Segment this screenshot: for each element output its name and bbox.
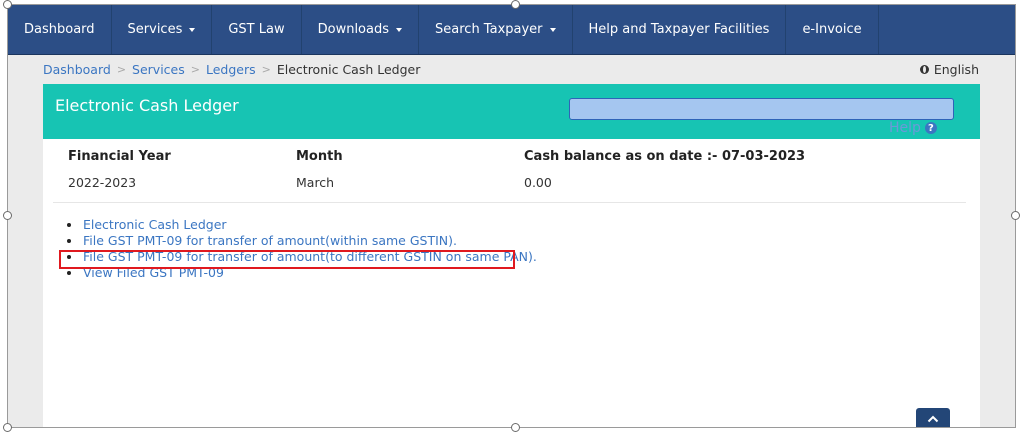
nav-item-label: Help and Taxpayer Facilities — [588, 22, 770, 37]
cash-balance-value: 0.00 — [524, 175, 552, 190]
resize-handle-top-center[interactable] — [511, 0, 520, 9]
ledger-panel: Electronic Cash Ledger Help ? Financial … — [43, 84, 980, 427]
nav-item-label: GST Law — [228, 22, 285, 37]
caret-down-icon — [189, 27, 196, 32]
nav-item-dashboard[interactable]: Dashboard — [8, 5, 112, 54]
browser-screenshot-frame: Dashboard Services GST Law Downloads Sea… — [7, 4, 1016, 428]
help-circle-icon: ? — [924, 122, 937, 134]
language-label: English — [933, 62, 979, 77]
caret-down-icon — [549, 27, 556, 32]
nav-item-label: Dashboard — [24, 22, 95, 37]
breadcrumb-services[interactable]: Services — [132, 62, 185, 77]
breadcrumb-separator: > — [261, 63, 271, 76]
nav-item-search-taxpayer[interactable]: Search Taxpayer — [419, 5, 573, 54]
breadcrumb-current: Electronic Cash Ledger — [276, 62, 421, 77]
resize-handle-middle-left[interactable] — [3, 211, 12, 220]
nav-item-label: Downloads — [317, 22, 390, 37]
nav-item-label: e-Invoice — [802, 22, 862, 37]
breadcrumb-ledgers[interactable]: Ledgers — [206, 62, 256, 77]
breadcrumb: Dashboard > Services > Ledgers > Electro… — [43, 62, 420, 77]
panel-header: Electronic Cash Ledger Help ? — [43, 84, 980, 139]
resize-handle-bottom-left[interactable] — [3, 423, 12, 432]
caret-down-icon — [396, 27, 403, 32]
annotation-highlight-box — [59, 250, 515, 269]
cash-balance-label: Cash balance as on date :- 07-03-2023 — [524, 149, 806, 164]
breadcrumb-dashboard[interactable]: Dashboard — [43, 62, 111, 77]
search-input[interactable] — [569, 98, 954, 120]
nav-item-services[interactable]: Services — [112, 5, 213, 54]
nav-item-gst-law[interactable]: GST Law — [212, 5, 302, 54]
link-electronic-cash-ledger[interactable]: Electronic Cash Ledger — [67, 217, 537, 233]
scroll-to-top-button[interactable] — [916, 408, 950, 427]
nav-item-help-taxpayer-facilities[interactable]: Help and Taxpayer Facilities — [573, 5, 787, 54]
financial-year-value: 2022-2023 — [68, 175, 137, 190]
top-navbar: Dashboard Services GST Law Downloads Sea… — [8, 5, 1015, 55]
resize-handle-middle-right[interactable] — [1011, 211, 1020, 220]
help-link[interactable]: Help ? — [889, 120, 937, 136]
chevron-up-icon — [927, 415, 939, 422]
help-label: Help — [889, 120, 921, 136]
resize-handle-bottom-center[interactable] — [511, 423, 520, 432]
nav-item-label: Services — [127, 22, 183, 37]
month-value: March — [296, 175, 335, 190]
month-label: Month — [296, 149, 343, 164]
ledger-links-list: Electronic Cash Ledger File GST PMT-09 f… — [67, 217, 537, 281]
breadcrumb-separator: > — [190, 63, 200, 76]
resize-handle-top-left[interactable] — [3, 0, 12, 9]
link-pmt09-same-gstin[interactable]: File GST PMT-09 for transfer of amount(w… — [67, 233, 537, 249]
financial-year-label: Financial Year — [68, 149, 171, 164]
page-title: Electronic Cash Ledger — [55, 96, 239, 115]
language-selector[interactable]: English — [919, 62, 979, 77]
nav-item-label: Search Taxpayer — [435, 22, 543, 37]
breadcrumb-separator: > — [116, 63, 127, 76]
section-divider — [53, 202, 966, 203]
nav-menu: Dashboard Services GST Law Downloads Sea… — [8, 5, 1015, 54]
nav-item-e-invoice[interactable]: e-Invoice — [786, 5, 879, 54]
nav-item-downloads[interactable]: Downloads — [302, 5, 420, 54]
globe-icon — [919, 65, 929, 74]
